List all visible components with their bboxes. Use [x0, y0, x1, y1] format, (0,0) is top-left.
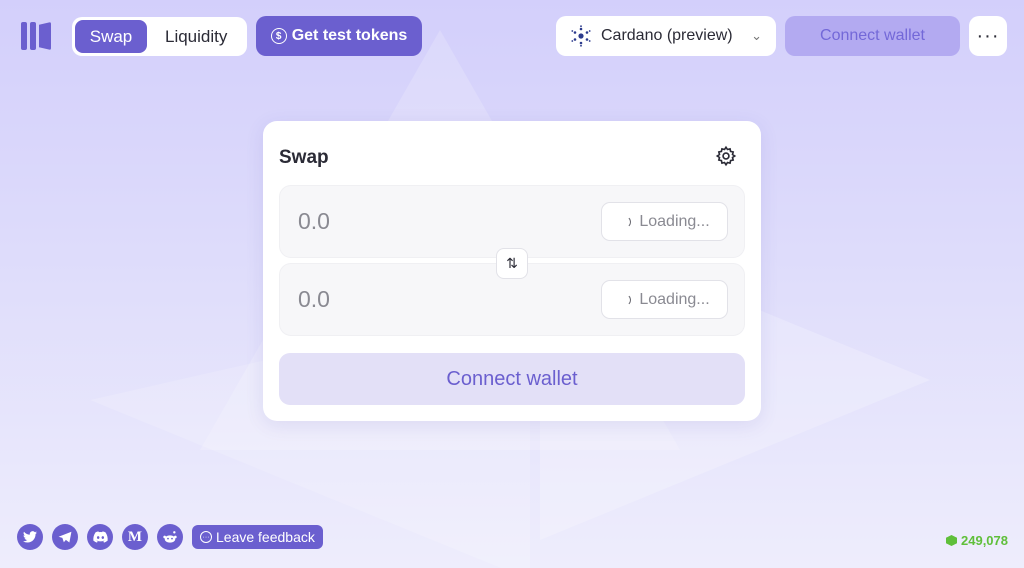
cardano-icon [571, 25, 591, 47]
reddit-icon[interactable] [157, 524, 183, 550]
twitter-icon[interactable] [17, 524, 43, 550]
swap-title: Swap [279, 147, 329, 168]
telegram-icon[interactable] [52, 524, 78, 550]
swap-arrows-icon: ⇅ [506, 255, 518, 271]
app-logo[interactable] [21, 22, 51, 52]
social-links: M ··· Leave feedback [17, 524, 323, 550]
nav-tabs: Swap Liquidity [72, 17, 247, 56]
switch-direction-button[interactable]: ⇅ [496, 248, 528, 279]
get-test-tokens-label: Get test tokens [291, 27, 408, 44]
block-height-value: 249,078 [961, 533, 1008, 548]
leave-feedback-button[interactable]: ··· Leave feedback [192, 525, 323, 549]
block-height-indicator: 249,078 [946, 533, 1008, 548]
tab-liquidity[interactable]: Liquidity [151, 20, 241, 53]
chat-bubble-icon: ··· [200, 531, 212, 543]
swap-connect-wallet-button[interactable]: Connect wallet [279, 353, 745, 405]
loading-spinner-icon [619, 215, 632, 228]
medium-icon[interactable]: M [122, 524, 148, 550]
get-test-tokens-button[interactable]: $ Get test tokens [256, 16, 422, 56]
network-label: Cardano (preview) [601, 27, 733, 44]
tab-swap[interactable]: Swap [75, 20, 147, 53]
to-token-label: Loading... [639, 290, 710, 308]
connect-wallet-button[interactable]: Connect wallet [785, 16, 960, 56]
cube-icon [946, 535, 957, 546]
from-token-label: Loading... [639, 212, 710, 230]
dollar-coin-icon: $ [270, 28, 287, 44]
from-token-selector[interactable]: Loading... [601, 202, 728, 241]
discord-icon[interactable] [87, 524, 113, 550]
settings-gear-icon[interactable] [715, 145, 737, 167]
to-amount-input[interactable] [298, 286, 498, 313]
from-amount-input[interactable] [298, 208, 498, 235]
chevron-down-icon: ⌄ [751, 28, 762, 43]
swap-card: Swap Loading... ⇅ Loading... Connect wal… [263, 121, 761, 421]
leave-feedback-label: Leave feedback [216, 529, 315, 545]
loading-spinner-icon [619, 293, 632, 306]
to-token-selector[interactable]: Loading... [601, 280, 728, 319]
more-menu-button[interactable]: ··· [969, 16, 1007, 56]
network-selector[interactable]: Cardano (preview) ⌄ [556, 16, 776, 56]
